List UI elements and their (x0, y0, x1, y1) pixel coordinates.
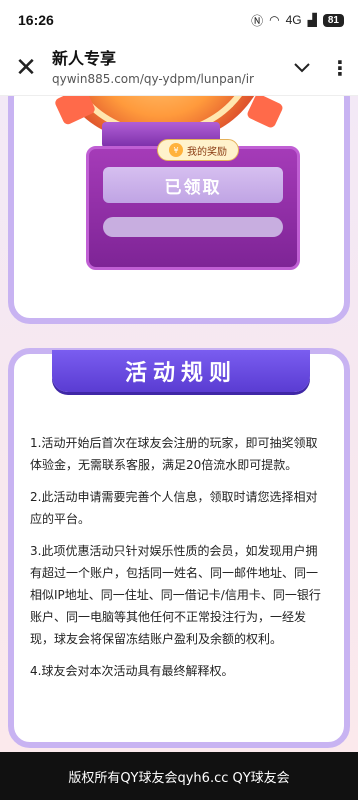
page-title: 新人专享 (52, 48, 117, 68)
rule-item: 4.球友会对本次活动具有最终解释权。 (30, 664, 234, 678)
prize-box: ¥ 我的奖励 已领取 (86, 139, 300, 270)
status-bar: 16:26 Ⓝ ◠ 4G ▟ 81 (0, 0, 358, 40)
nfc-icon: Ⓝ (251, 13, 264, 28)
rules-card: 活动规则 1.活动开始后首次在球友会注册的玩家，即可抽奖领取体验金，无需联系客服… (8, 348, 350, 748)
main-content: ¥ 我的奖励 已领取 活动规则 1.活动开始后首次在球友会注册的玩家，即可抽奖领… (0, 96, 358, 752)
title-block: 新人专享 qywin885.com/qy-ydpm/lunpan/ir (52, 49, 282, 87)
prize-card: ¥ 我的奖励 已领取 (8, 96, 350, 324)
signal-label: 4G (285, 13, 302, 27)
page-url[interactable]: qywin885.com/qy-ydpm/lunpan/ir (52, 71, 282, 87)
rule-item: 3.此项优惠活动只针对娱乐性质的会员，如发现用户拥有超过一个账户，包括同一姓名、… (30, 544, 321, 646)
red-envelope-icon (245, 96, 285, 130)
my-reward-label: 我的奖励 (187, 146, 227, 158)
rule-item: 2.此活动申请需要完善个人信息，领取时请您选择相对应的平台。 (30, 490, 318, 526)
coin-icon: ¥ (169, 143, 183, 157)
signal-icon: ▟ (307, 13, 317, 27)
wifi-icon: ◠ (269, 13, 280, 27)
status-time: 16:26 (18, 12, 54, 28)
rule-item: 1.活动开始后首次在球友会注册的玩家，即可抽奖领取体验金，无需联系客服，满足20… (30, 436, 318, 472)
more-icon[interactable]: ⋮ (322, 40, 358, 96)
browser-toolbar: ✕ 新人专享 qywin885.com/qy-ydpm/lunpan/ir ⋮ (0, 40, 358, 96)
reward-bar (103, 217, 283, 237)
close-icon[interactable]: ✕ (0, 40, 52, 96)
claimed-button[interactable]: 已领取 (103, 167, 283, 203)
footer: 版权所有QY球友会qyh6.cc QY球友会 (0, 752, 358, 800)
my-reward-tag: ¥ 我的奖励 (157, 139, 239, 161)
rules-list: 1.活动开始后首次在球友会注册的玩家，即可抽奖领取体验金，无需联系客服，满足20… (30, 432, 328, 692)
chevron-down-icon[interactable] (282, 40, 322, 96)
battery-indicator: 81 (322, 13, 344, 27)
rules-title: 活动规则 (52, 350, 310, 392)
status-icons: Ⓝ ◠ 4G ▟ 81 (251, 12, 344, 29)
